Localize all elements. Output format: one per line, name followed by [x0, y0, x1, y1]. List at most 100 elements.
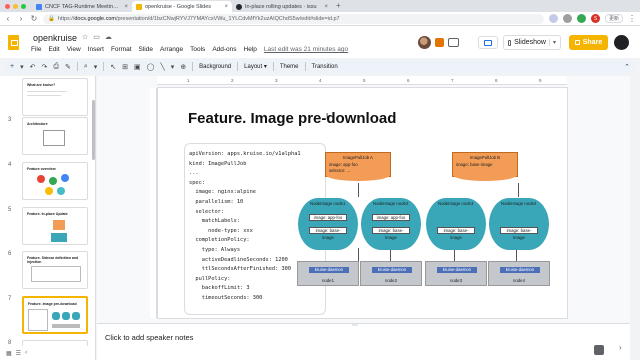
filmstrip-scrollbar[interactable] [92, 100, 95, 160]
menu-addons[interactable]: Add-ons [212, 46, 236, 53]
back-icon[interactable]: ‹ [4, 14, 12, 23]
thumbnail-dot [37, 175, 45, 183]
account-avatar[interactable] [614, 35, 629, 50]
meet-present-button[interactable] [478, 36, 498, 49]
kruise-daemon-label: kruise-daemon [500, 267, 540, 273]
theme-button[interactable]: Theme [280, 64, 299, 70]
nodeimage-label: NodeImage node3 [438, 201, 474, 206]
background-button[interactable]: Background [199, 64, 231, 70]
browser-menu-icon[interactable]: ⋮ [628, 14, 636, 23]
job-selector: selector: ... [329, 168, 351, 173]
layout-button[interactable]: Layout ▾ [244, 63, 267, 70]
slides-logo-icon[interactable] [8, 35, 19, 50]
close-tab-icon[interactable]: × [224, 4, 228, 10]
node2-box[interactable]: kruise-daemon node2 [360, 261, 422, 286]
resize-handle-icon[interactable]: ⋯ [352, 322, 358, 329]
node1-box[interactable]: kruise-daemon node1 [297, 261, 359, 286]
select-icon[interactable]: ↖ [110, 63, 116, 71]
nodeimage-node2[interactable]: NodeImage node2 image: app-foo image: ba… [361, 198, 421, 250]
extension-icon[interactable] [548, 14, 558, 23]
slide-title[interactable]: Feature. Image pre-download [188, 110, 396, 127]
menu-slide[interactable]: Slide [139, 46, 153, 53]
extension-icon[interactable] [576, 14, 586, 23]
nodeimage-node3[interactable]: NodeImage node3 image: base-image [426, 198, 486, 250]
chevron-down-icon[interactable]: ▾ [548, 39, 556, 46]
slide-thumbnail[interactable]: Feature. In-place Update [22, 207, 88, 245]
url-input[interactable]: 🔒 https://docs.google.com/presentation/d… [43, 13, 544, 24]
browser-tab[interactable]: CNCF TAG-Runtime Meeting N × [32, 1, 132, 12]
menu-view[interactable]: View [67, 46, 81, 53]
nodeimage-node4[interactable]: NodeImage node4 image: base-image [489, 198, 549, 250]
divider [103, 62, 105, 71]
collaborator-avatar[interactable] [418, 36, 431, 49]
slide-thumbnail-selected[interactable]: Feature. Image pre-download [22, 296, 88, 334]
close-window-button[interactable] [5, 4, 10, 9]
code-line: image: nginx:alpine [189, 189, 256, 196]
move-folder-icon[interactable]: ▭ [93, 33, 100, 41]
cloud-status-icon[interactable]: ☁ [105, 33, 112, 41]
document-title[interactable]: openkruise [33, 33, 77, 43]
comment-history-icon[interactable] [448, 38, 459, 47]
collaborator-avatar[interactable] [435, 38, 444, 47]
undo-icon[interactable]: ↶ [30, 63, 36, 71]
grid-view-icon[interactable]: ▦ [6, 350, 12, 357]
forward-icon[interactable]: › [17, 14, 25, 23]
profile-avatar[interactable]: S [590, 14, 600, 23]
menu-edit[interactable]: Edit [48, 46, 59, 53]
new-slide-icon[interactable]: + [10, 63, 14, 70]
explore-icon[interactable] [594, 345, 604, 355]
browser-tab-active[interactable]: openkruise - Google Slides × [132, 1, 232, 12]
menu-insert[interactable]: Insert [88, 46, 104, 53]
reload-icon[interactable]: ↻ [30, 14, 38, 23]
browser-tab[interactable]: In-place rolling updates · issu × [232, 1, 332, 12]
menu-format[interactable]: Format [111, 46, 132, 53]
image-icon[interactable]: ▣ [134, 63, 141, 71]
redo-icon[interactable]: ↷ [41, 63, 47, 71]
star-icon[interactable]: ☆ [82, 33, 88, 41]
menu-tools[interactable]: Tools [190, 46, 205, 53]
ruler-tick: 8 [495, 78, 498, 83]
slide-thumbnail[interactable]: Feature overview [22, 162, 88, 200]
slide-filmstrip[interactable]: What are kruise? 3 Architecture 4 Featur… [0, 76, 96, 346]
new-tab-button[interactable]: + [332, 1, 345, 12]
chevron-down-icon[interactable]: ▾ [94, 63, 98, 71]
expand-panel-icon[interactable]: › [619, 343, 622, 352]
chevron-down-icon[interactable]: ▾ [171, 63, 175, 71]
transition-button[interactable]: Transition [312, 64, 338, 70]
zoom-icon[interactable]: ⌕ [84, 63, 88, 71]
minimize-window-button[interactable] [13, 4, 18, 9]
node4-box[interactable]: kruise-daemon node4 [488, 261, 550, 286]
collapse-panel-icon[interactable]: ‹ [25, 350, 27, 356]
update-button[interactable]: 更新 [604, 14, 623, 23]
imagepulljob-a[interactable]: ImagePullJob A image: app-foo selector: … [325, 152, 391, 181]
nodeimage-node1[interactable]: NodeImage node1 image: app-foo image: ba… [298, 198, 358, 250]
speaker-notes[interactable]: ⋯ Click to add speaker notes [97, 323, 630, 360]
speaker-notes-placeholder[interactable]: Click to add speaker notes [105, 333, 193, 342]
menu-arrange[interactable]: Arrange [160, 46, 183, 53]
imagepulljob-b[interactable]: ImagePullJob B image: base-image [452, 152, 518, 181]
slideshow-button[interactable]: Slideshow ▾ [503, 35, 561, 50]
line-icon[interactable]: ╲ [161, 63, 165, 71]
text-box-icon[interactable]: ⊞ [122, 63, 128, 71]
print-icon[interactable]: ⎙ [53, 63, 59, 71]
comment-icon[interactable]: ⊕ [180, 63, 186, 71]
slide-canvas[interactable]: Feature. Image pre-download apiVersion: … [158, 88, 567, 318]
slide-thumbnail[interactable]: Architecture [22, 117, 88, 155]
menu-help[interactable]: Help [244, 46, 257, 53]
chevron-down-icon[interactable]: ▾ [20, 63, 24, 71]
collapse-toolbar-icon[interactable]: ⌃ [624, 63, 630, 71]
thumbnail-code [28, 309, 48, 331]
node3-box[interactable]: kruise-daemon node3 [425, 261, 487, 286]
slide-thumbnail[interactable]: Feature. Sidecar definition and injectio… [22, 251, 88, 289]
menu-file[interactable]: File [31, 46, 41, 53]
shape-icon[interactable]: ◯ [147, 63, 155, 71]
slide-thumbnail[interactable]: What are kruise? [22, 78, 88, 116]
last-edit-link[interactable]: Last edit was 21 minutes ago [264, 46, 348, 53]
list-view-icon[interactable]: ☰ [16, 350, 21, 357]
extension-icon[interactable] [562, 14, 572, 23]
close-tab-icon[interactable]: × [124, 4, 128, 10]
paint-format-icon[interactable]: ✎ [65, 63, 71, 71]
maximize-window-button[interactable] [21, 4, 26, 9]
share-button[interactable]: Share [569, 35, 608, 50]
close-tab-icon[interactable]: × [324, 4, 328, 10]
